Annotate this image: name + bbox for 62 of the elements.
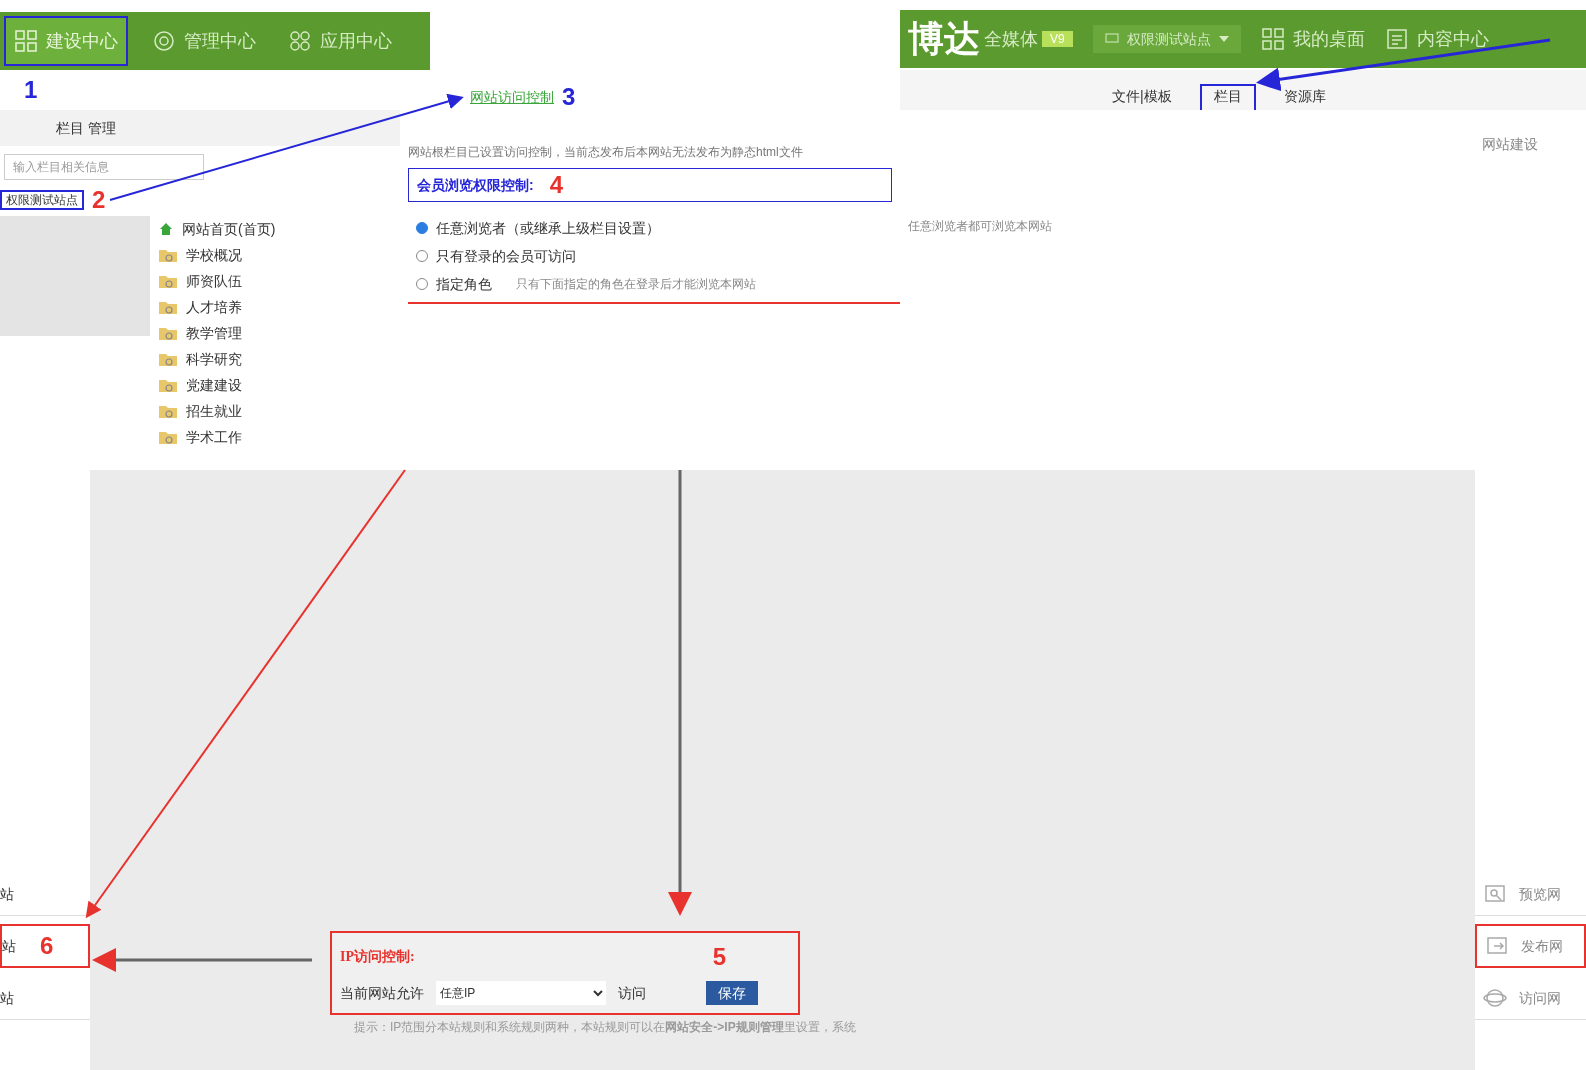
search-field[interactable]: 输入栏目相关信息 <box>4 154 204 180</box>
tree-item[interactable]: 招生就业 <box>158 398 276 424</box>
notice-text: 网站根栏目已设置访问控制，当前态发布后本网站无法发布为静态html文件 <box>407 144 804 160</box>
tab[interactable]: 文件|模板 <box>1100 86 1184 110</box>
hint-text: 提示：IP范围分本站规则和系统规则两种，本站规则可以在网站安全->IP规则管理里设置，系统 <box>354 1019 857 1035</box>
tree-item[interactable]: 网站首页(首页) <box>158 216 276 242</box>
logo: 博达 <box>908 19 980 59</box>
menu-item[interactable]: 发布网 <box>1475 924 1586 968</box>
apps-icon <box>288 29 312 53</box>
website-build-button[interactable]: 网站建设 <box>1482 134 1538 154</box>
radio-option[interactable]: 只有登录的会员可访问 <box>416 246 576 266</box>
panel-title: 栏目 管理 <box>56 119 116 138</box>
grid-icon <box>14 29 38 53</box>
tree-item[interactable]: 科学研究 <box>158 346 276 372</box>
tree-item[interactable]: 学术工作 <box>158 424 276 450</box>
menu-item[interactable]: 站 <box>0 976 90 1020</box>
tree-item[interactable]: 师资队伍 <box>158 268 276 294</box>
hint-text: 任意浏览者都可浏览本网站 <box>908 218 1053 234</box>
step-number: 4 <box>549 170 564 200</box>
step-number: 3 <box>562 82 576 112</box>
folder-icon <box>158 247 178 263</box>
field-label: 当前网站允许 <box>340 984 424 1003</box>
menu-item[interactable]: 访问网 <box>1475 976 1586 1020</box>
folder-icon <box>158 429 178 445</box>
field-label: 访问 <box>618 984 646 1003</box>
document-icon <box>1384 27 1409 51</box>
logo-subtitle: 全媒体 <box>984 28 1038 51</box>
menu-item[interactable]: 站 6 <box>0 924 90 968</box>
tree-item[interactable]: 党建建设 <box>158 372 276 398</box>
radio-option[interactable]: 指定角色 只有下面指定的角色在登录后才能浏览本网站 <box>416 274 756 294</box>
radio-option[interactable]: 任意浏览者（或继承上级栏目设置） <box>416 218 660 238</box>
step-number: 1 <box>24 75 38 105</box>
monitor-icon <box>1104 33 1119 45</box>
version-badge: V9 <box>1042 31 1073 47</box>
folder-icon <box>158 403 178 419</box>
tree-item[interactable]: 教学管理 <box>158 320 276 346</box>
folder-icon <box>158 299 178 315</box>
tree-item[interactable]: 学校概况 <box>158 242 276 268</box>
menu-item[interactable]: 站 <box>0 872 90 916</box>
caret-icon <box>1218 36 1229 42</box>
settings-icon <box>152 29 176 53</box>
radio-button[interactable] <box>416 222 428 234</box>
tab[interactable]: 栏目 <box>1199 84 1256 110</box>
ip-select[interactable]: 任意IP <box>436 981 606 1005</box>
radio-button[interactable] <box>416 250 428 262</box>
ip-control-title: IP访问控制: <box>340 948 415 966</box>
step-number: 2 <box>92 185 106 215</box>
tree-item[interactable]: 人才培养 <box>158 294 276 320</box>
menu-item[interactable]: 预览网 <box>1475 872 1586 916</box>
section-heading: 会员浏览权限控制: <box>417 176 534 195</box>
folder-icon <box>158 325 178 341</box>
site-name[interactable]: 权限测试站点 <box>0 190 84 210</box>
save-button[interactable]: 保存 <box>706 981 758 1005</box>
folder-icon <box>158 351 178 367</box>
home-icon <box>158 221 174 237</box>
radio-button[interactable] <box>416 278 428 290</box>
step-number: 5 <box>712 942 726 972</box>
tab[interactable]: 资源库 <box>1271 86 1338 110</box>
step-number: 6 <box>40 931 54 961</box>
grid-icon <box>1260 27 1285 51</box>
folder-icon <box>158 377 178 393</box>
folder-icon <box>158 273 178 289</box>
